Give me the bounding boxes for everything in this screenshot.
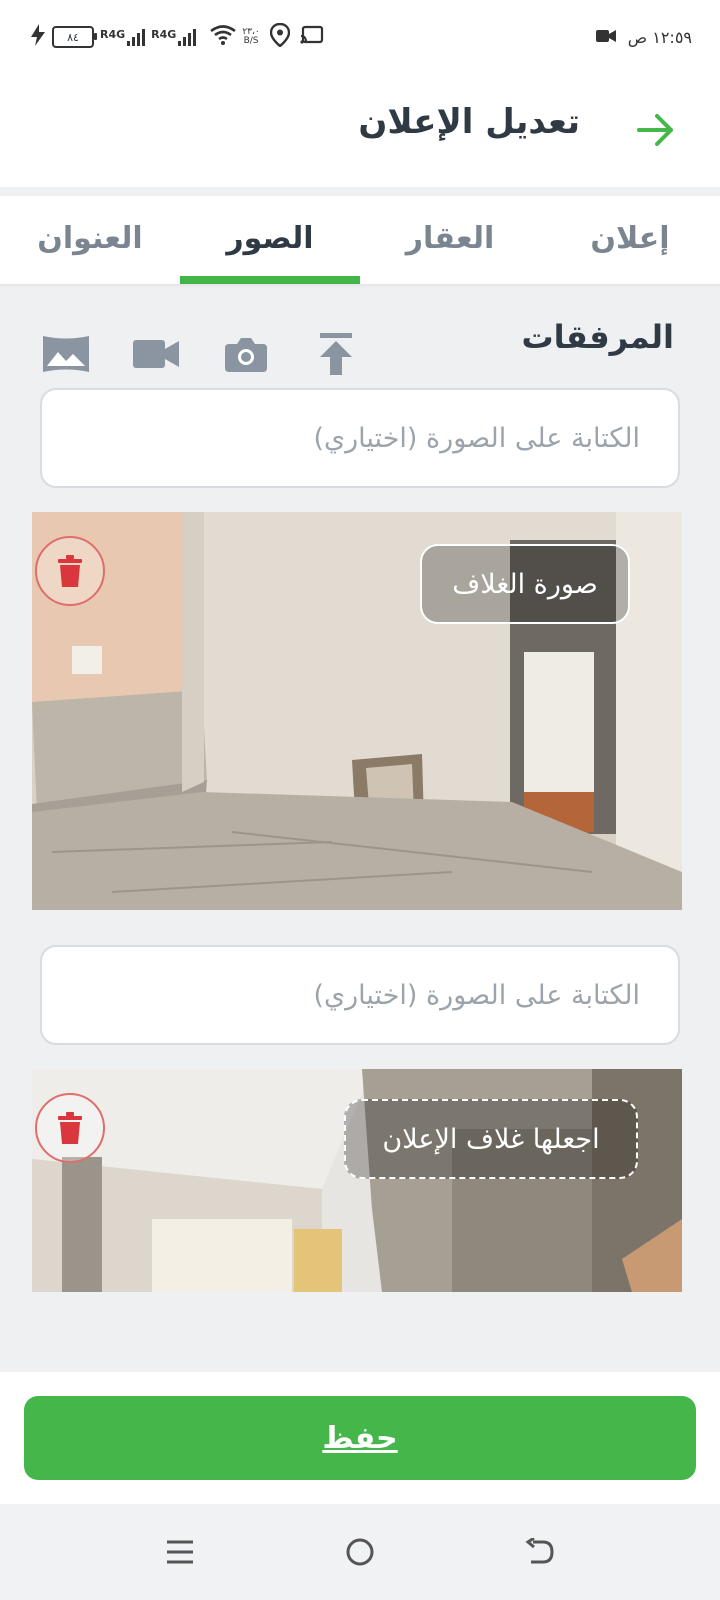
- caption-input-1[interactable]: [40, 388, 680, 488]
- status-bar: ٨٤ R4G R4G ٢٣،٠ B/S ١٢:٥٩ ص: [0, 0, 720, 72]
- system-nav-bar: [0, 1504, 720, 1600]
- back-arrow-icon: [525, 1538, 554, 1564]
- make-cover-button[interactable]: اجعلها غلاف الإعلان: [344, 1099, 638, 1179]
- battery-icon: ٨٤: [52, 26, 97, 48]
- attachment-photo-1: صورة الغلاف: [32, 512, 682, 910]
- cover-photo-badge: صورة الغلاف: [420, 544, 630, 624]
- upload-button[interactable]: [306, 326, 366, 382]
- recent-apps-button[interactable]: [160, 1532, 200, 1572]
- signal-icon-2: R4G: [151, 28, 197, 46]
- video-camera-icon: [133, 340, 179, 368]
- attachment-photo-2: اجعلها غلاف الإعلان: [32, 1069, 682, 1292]
- save-button[interactable]: حفظ: [24, 1396, 696, 1480]
- video-recording-icon: [595, 28, 616, 47]
- signal-icon-1: R4G: [100, 28, 146, 46]
- app-header: تعديل الإعلان: [0, 72, 720, 187]
- delete-photo-button-1[interactable]: [35, 536, 105, 606]
- camera-icon: [225, 338, 267, 372]
- video-button[interactable]: [126, 326, 186, 382]
- save-bar: حفظ: [0, 1372, 720, 1504]
- caption-input-2[interactable]: [40, 945, 680, 1045]
- wifi-icon: [210, 25, 237, 49]
- battery-level: ٨٤: [67, 30, 79, 44]
- location-icon: [269, 22, 290, 51]
- back-nav-button[interactable]: [520, 1532, 560, 1572]
- menu-icon: [167, 1540, 193, 1564]
- tab-photos[interactable]: الصور: [180, 196, 360, 280]
- delete-photo-button-2[interactable]: [35, 1093, 105, 1163]
- camera-button[interactable]: [216, 326, 276, 382]
- attachments-title: المرفقات: [521, 318, 675, 356]
- charging-icon: [30, 24, 46, 50]
- tab-property[interactable]: العقار: [360, 196, 540, 280]
- gallery-icon: [43, 336, 89, 372]
- tab-ad[interactable]: إعلان: [540, 196, 720, 280]
- trash-icon: [58, 1112, 82, 1144]
- trash-icon: [58, 555, 82, 587]
- tab-address[interactable]: العنوان: [0, 196, 180, 280]
- tab-bar: إعلان العقار الصور العنوان: [0, 196, 720, 284]
- clock: ١٢:٥٩ ص: [627, 27, 692, 47]
- back-button[interactable]: [632, 106, 680, 154]
- arrow-right-icon: [637, 114, 673, 146]
- home-circle-icon: [346, 1538, 374, 1566]
- gallery-button[interactable]: [36, 326, 96, 382]
- upload-icon: [320, 333, 352, 375]
- active-tab-indicator: [180, 276, 360, 284]
- cast-icon: [300, 25, 324, 49]
- network-speed: ٢٣،٠ B/S: [242, 27, 260, 46]
- page-title: تعديل الإعلان: [358, 102, 580, 142]
- home-button[interactable]: [340, 1532, 380, 1572]
